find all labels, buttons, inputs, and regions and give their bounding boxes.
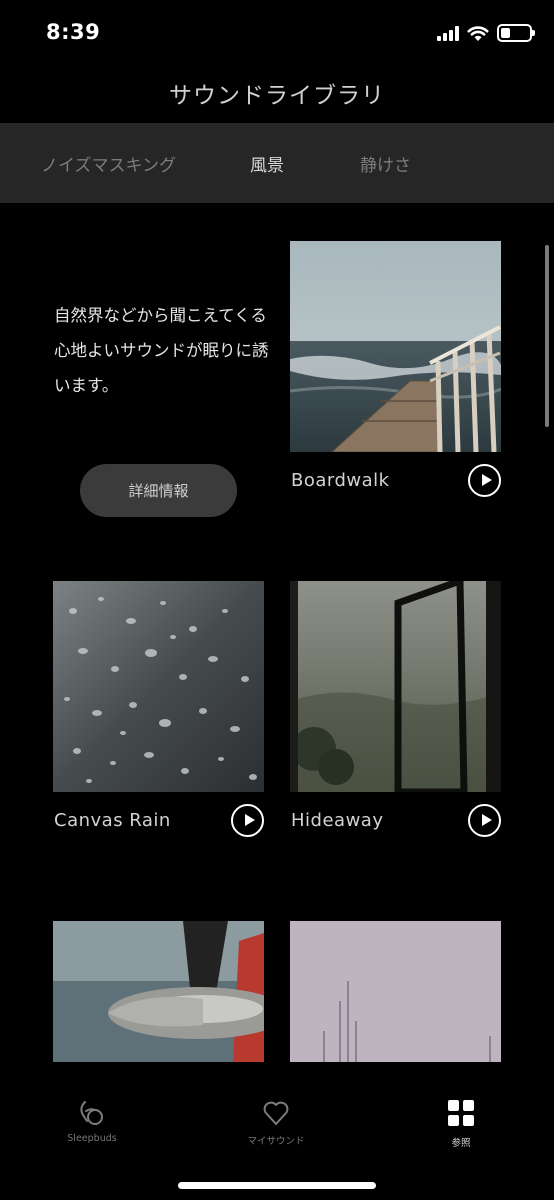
nav-my-sounds[interactable]: マイサウンド <box>216 1098 336 1147</box>
details-button[interactable]: 詳細情報 <box>80 464 237 517</box>
battery-icon <box>497 24 535 42</box>
play-button-hideaway[interactable] <box>468 804 501 837</box>
sound-title-boardwalk: Boardwalk <box>291 470 390 491</box>
grid-icon <box>446 1100 476 1130</box>
nav-label-sleepbuds: Sleepbuds <box>67 1133 117 1144</box>
tab-quiet[interactable]: 静けさ <box>360 151 411 176</box>
canvas-rain-image[interactable] <box>53 581 264 792</box>
tab-noise-masking[interactable]: ノイズマスキング <box>41 151 176 176</box>
home-indicator[interactable] <box>178 1182 376 1189</box>
propeller-sound-image[interactable] <box>53 921 264 1062</box>
harbor-sound-image[interactable] <box>290 921 501 1062</box>
nav-label-my-sounds: マイサウンド <box>247 1136 305 1147</box>
sound-title-canvas-rain: Canvas Rain <box>54 810 171 831</box>
status-bar: 8:39 <box>0 0 554 66</box>
play-button-canvas-rain[interactable] <box>231 804 264 837</box>
intro-description: 自然界などから聞こえてくる心地よいサウンドが眠りに誘います。 <box>54 306 269 395</box>
page-title: サウンドライブラリ <box>169 83 385 109</box>
wifi-icon <box>467 25 489 41</box>
boardwalk-image[interactable] <box>290 241 501 452</box>
scroll-indicator[interactable] <box>545 245 549 427</box>
nav-browse[interactable]: 参照 <box>401 1098 521 1149</box>
status-icons <box>437 22 535 44</box>
nav-label-browse: 参照 <box>451 1138 471 1149</box>
category-tabs: ノイズマスキング 風景 静けさ <box>0 123 554 203</box>
bottom-navigation: Sleepbuds マイサウンド 参照 <box>0 1062 554 1200</box>
heart-icon <box>261 1098 291 1128</box>
sound-title-hideaway: Hideaway <box>291 810 384 831</box>
nav-sleepbuds[interactable]: Sleepbuds <box>32 1098 152 1144</box>
hideaway-image[interactable] <box>290 581 501 792</box>
sleepbuds-icon <box>77 1098 107 1128</box>
tab-scenery[interactable]: 風景 <box>250 151 284 176</box>
cellular-signal-icon <box>437 25 459 41</box>
play-button-boardwalk[interactable] <box>468 464 501 497</box>
status-time: 8:39 <box>46 20 101 44</box>
